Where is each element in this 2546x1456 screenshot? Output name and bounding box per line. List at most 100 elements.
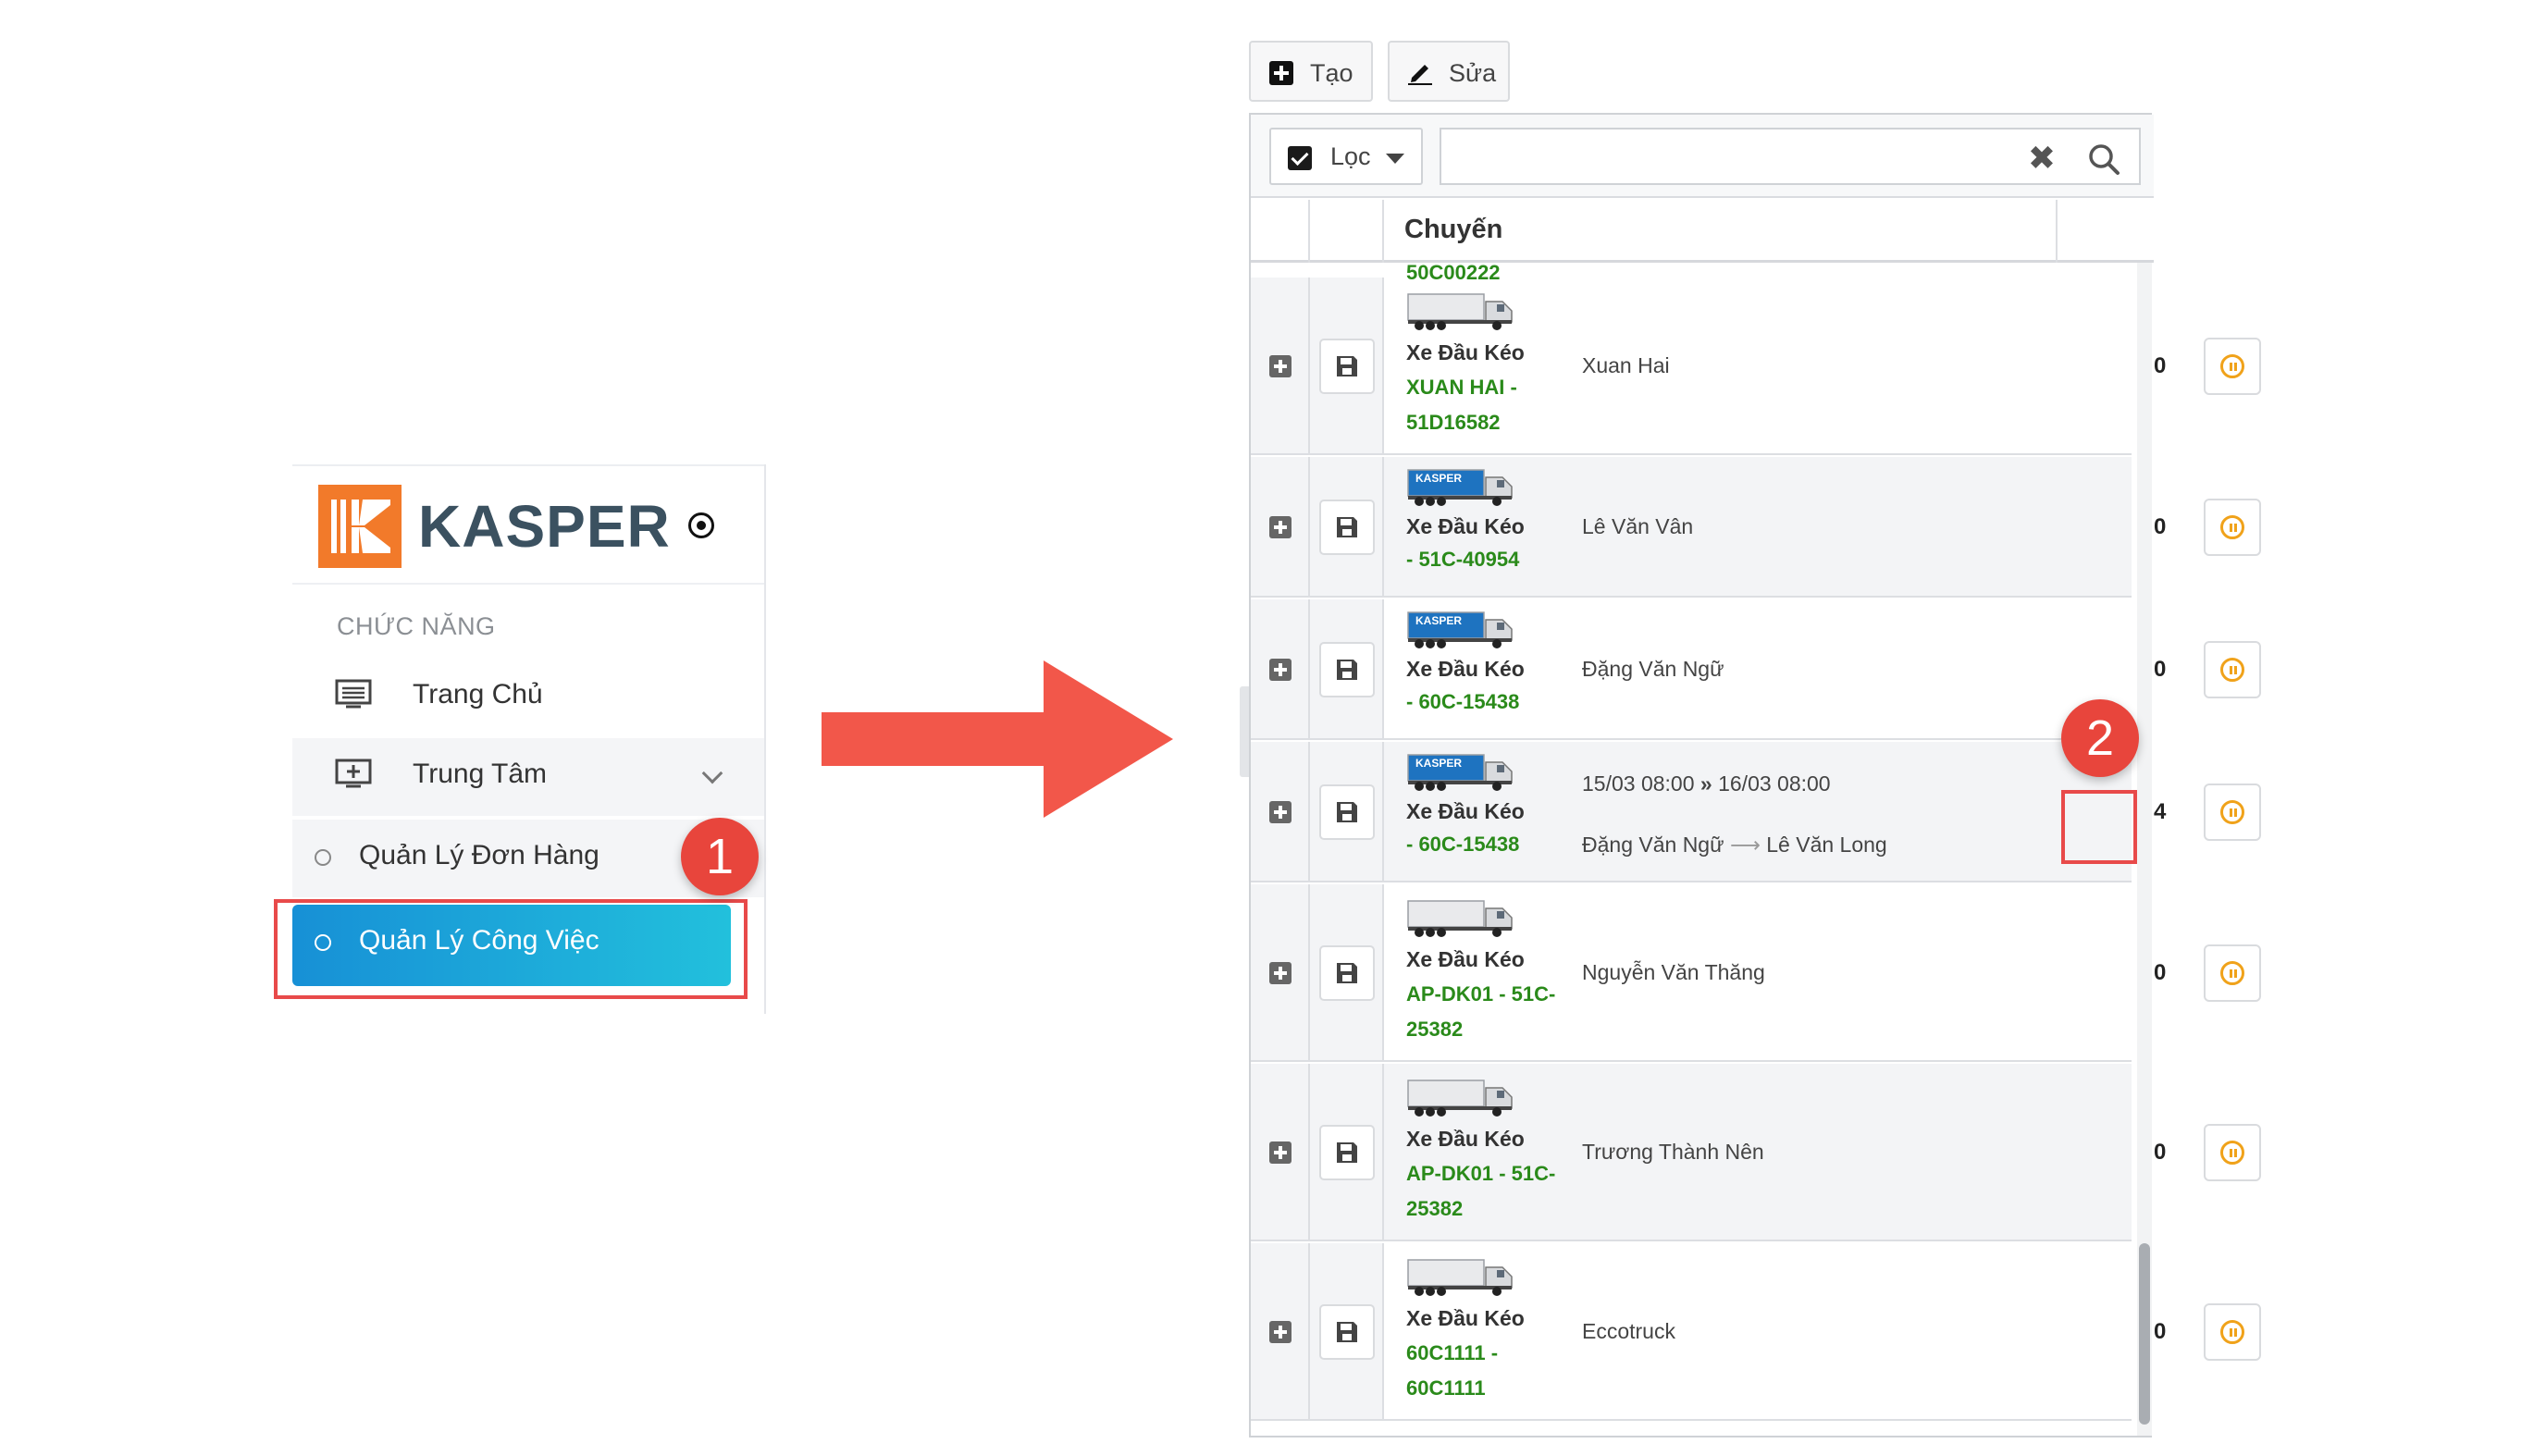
- table-row[interactable]: KASPER Xe Đầu Kéo - 60C-15438 15/03 08:00 »…: [1251, 742, 2261, 882]
- sidebar-border: [764, 464, 766, 1014]
- highlight-box-step2: [2061, 790, 2137, 864]
- trip-cell[interactable]: KASPER Xe Đầu Kéo - 60C-15438 Đặng Văn Ngữ 0: [1384, 599, 2261, 738]
- brand-name: KASPER: [418, 493, 671, 560]
- truck-icon: [1406, 1256, 1517, 1299]
- pause-button[interactable]: [2204, 944, 2261, 1002]
- save-button[interactable]: [1319, 945, 1375, 1001]
- pause-icon: [2220, 658, 2244, 682]
- vehicle-type: Xe Đầu Kéo: [1406, 947, 1525, 971]
- table-row[interactable]: Xe Đầu Kéo 60C1111 - 60C1111 Eccotruck 0: [1251, 1243, 2261, 1421]
- pause-icon: [2220, 1320, 2244, 1344]
- pause-button[interactable]: [2204, 1303, 2261, 1361]
- checkbox-checked-icon[interactable]: [1288, 146, 1312, 170]
- trip-cell[interactable]: Xe Đầu Kéo XUAN HAI - 51D16582 Xuan Hai 0: [1384, 278, 2261, 453]
- trip-cell[interactable]: Xe Đầu Kéo AP-DK01 - 51C- 25382 Nguyễn Văn …: [1384, 884, 2261, 1060]
- edit-button[interactable]: Sửa: [1388, 41, 1510, 102]
- step-badge-1: 1: [681, 818, 759, 895]
- caret-down-icon: [1386, 154, 1404, 164]
- table-row[interactable]: KASPER Xe Đầu Kéo - 51C-40954 Lê Văn Vân 0: [1251, 457, 2261, 598]
- double-chevron-icon: »: [1699, 771, 1712, 796]
- menu-item-center[interactable]: Trung Tâm: [292, 738, 764, 816]
- trip-cell[interactable]: KASPER Xe Đầu Kéo - 51C-40954 Lê Văn Vân 0: [1384, 457, 2261, 596]
- pause-button[interactable]: [2204, 641, 2261, 698]
- truck-icon: KASPER: [1406, 466, 1517, 509]
- trip-cell[interactable]: Xe Đầu Kéo AP-DK01 - 51C- 25382 Trương Thàn…: [1384, 1064, 2261, 1240]
- expand-plus-icon[interactable]: [1269, 355, 1292, 377]
- trip-cell[interactable]: Xe Đầu Kéo 60C1111 - 60C1111 Eccotruck 0: [1384, 1243, 2261, 1419]
- driver-from: Đặng Văn Ngữ: [1582, 833, 1724, 857]
- expand-plus-icon[interactable]: [1269, 1321, 1292, 1343]
- table-header: Chuyến: [1251, 200, 2154, 263]
- trip-time-range: 15/03 08:00 » 16/03 08:00: [1582, 771, 1831, 796]
- job-list-panel: Lọc ✖ Chuyến 50C00222 Xe Đầu Kéo XUAN HAI…: [1249, 113, 2261, 1437]
- pause-icon: [2220, 961, 2244, 985]
- table-row[interactable]: Xe Đầu Kéo AP-DK01 - 51C- 25382 Trương Thàn…: [1251, 1064, 2261, 1241]
- save-button[interactable]: [1319, 1125, 1375, 1180]
- vehicle-plate-line2: 60C1111: [1406, 1376, 1486, 1400]
- scrollbar-thumb[interactable]: [2139, 1243, 2150, 1425]
- menu-item-home[interactable]: Trang Chủ: [292, 659, 764, 736]
- header-cell-expand: [1251, 200, 1310, 263]
- filter-dropdown[interactable]: Lọc: [1269, 128, 1423, 185]
- expand-plus-icon[interactable]: [1269, 1141, 1292, 1164]
- section-title: CHỨC NĂNG: [337, 612, 496, 640]
- expand-cell: [1251, 742, 1310, 881]
- plus-square-icon: [1269, 61, 1293, 85]
- table-row[interactable]: Xe Đầu Kéo XUAN HAI - 51D16582 Xuan Hai 0: [1251, 278, 2261, 455]
- clipped-row-text: 50C00222: [1406, 261, 1501, 279]
- pause-button[interactable]: [2204, 499, 2261, 556]
- trip-time-to: 16/03 08:00: [1718, 771, 1831, 796]
- expand-cell: [1251, 599, 1310, 738]
- monitor-plus-icon: [335, 759, 372, 788]
- sidebar-pin-toggle[interactable]: [688, 512, 714, 538]
- table-row[interactable]: Xe Đầu Kéo AP-DK01 - 51C- 25382 Nguyễn Văn …: [1251, 884, 2261, 1062]
- menu-item-label: Trang Chủ: [413, 679, 543, 709]
- create-button-label: Tạo: [1310, 59, 1353, 87]
- brand-header: KASPER: [292, 464, 764, 585]
- save-button[interactable]: [1319, 1304, 1375, 1360]
- menu-item-label: Trung Tâm: [413, 759, 548, 789]
- search-input[interactable]: ✖: [1440, 128, 2141, 185]
- expand-plus-icon[interactable]: [1269, 516, 1292, 538]
- vehicle-plate-line2: 25382: [1406, 1018, 1464, 1041]
- vehicle-plate: - 51C-40954: [1406, 542, 1563, 577]
- trip-cell[interactable]: KASPER Xe Đầu Kéo - 60C-15438 15/03 08:00 »…: [1384, 742, 2261, 881]
- search-icon[interactable]: [2087, 142, 2120, 176]
- long-arrow-right-icon: ⟶: [1729, 833, 1761, 857]
- vehicle-plate-line2: 51D16582: [1406, 411, 1501, 434]
- filter-bar: Lọc ✖: [1251, 115, 2154, 198]
- chevron-down-icon[interactable]: [701, 762, 723, 784]
- expand-plus-icon[interactable]: [1269, 962, 1292, 984]
- header-cell-trip[interactable]: Chuyến: [1384, 200, 2058, 263]
- vehicle-type: Xe Đầu Kéo: [1406, 1127, 1525, 1151]
- driver-name: Trương Thành Nên: [1582, 1140, 1764, 1164]
- table-row[interactable]: KASPER Xe Đầu Kéo - 60C-15438 Đặng Văn Ngữ 0: [1251, 599, 2261, 740]
- clear-icon[interactable]: ✖: [2028, 139, 2056, 178]
- vehicle-type: Xe Đầu Kéo: [1406, 1306, 1525, 1330]
- save-button[interactable]: [1319, 784, 1375, 840]
- pause-button[interactable]: [2204, 338, 2261, 395]
- pause-icon: [2220, 1141, 2244, 1165]
- create-button[interactable]: Tạo: [1249, 41, 1373, 102]
- driver-name: Eccotruck: [1582, 1319, 1675, 1343]
- svg-text:KASPER: KASPER: [1415, 757, 1462, 770]
- save-cell: [1310, 742, 1384, 881]
- expand-plus-icon[interactable]: [1269, 801, 1292, 823]
- save-cell: [1310, 884, 1384, 1060]
- trip-count: 0: [2154, 657, 2167, 682]
- trip-count: 0: [2154, 1319, 2167, 1344]
- pause-button[interactable]: [2204, 1124, 2261, 1181]
- save-cell: [1310, 1243, 1384, 1419]
- truck-icon: [1406, 1077, 1517, 1119]
- kasper-logo[interactable]: [318, 485, 402, 568]
- save-button[interactable]: [1319, 642, 1375, 697]
- pause-button[interactable]: [2204, 784, 2261, 841]
- vertical-scrollbar[interactable]: [2137, 263, 2152, 1436]
- save-button[interactable]: [1319, 500, 1375, 555]
- expand-plus-icon[interactable]: [1269, 659, 1292, 681]
- vehicle-plate-line1: AP-DK01 - 51C-: [1406, 1162, 1556, 1185]
- truck-icon: KASPER: [1406, 751, 1517, 794]
- expand-cell: [1251, 1243, 1310, 1419]
- save-cell: [1310, 278, 1384, 453]
- save-button[interactable]: [1319, 339, 1375, 394]
